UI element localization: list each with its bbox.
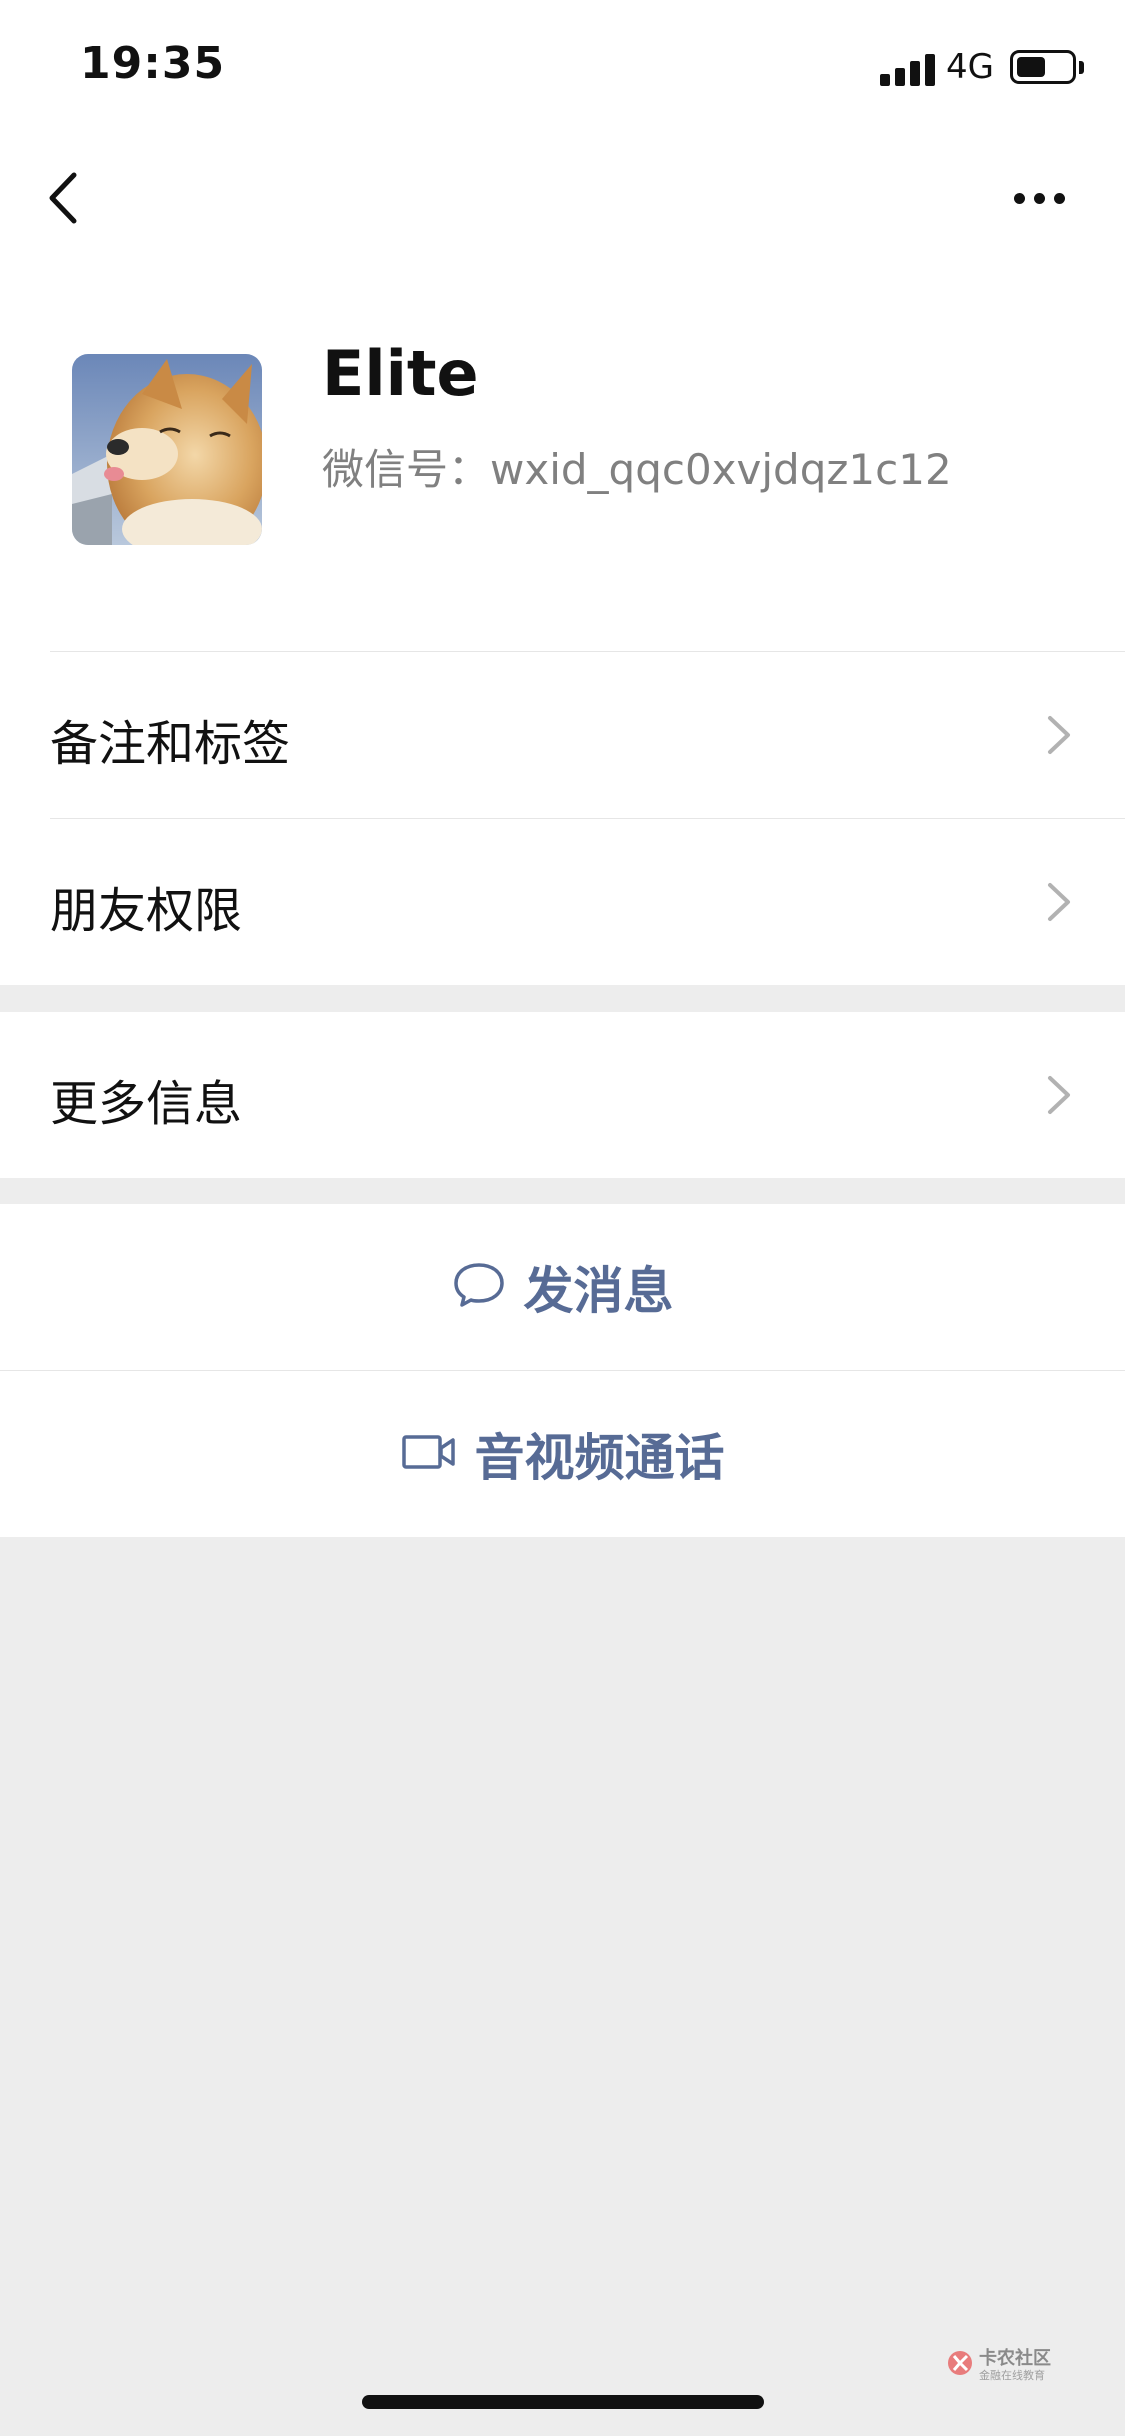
menu-item-label: 备注和标签 [50, 716, 291, 772]
more-dots-icon[interactable] [1010, 184, 1070, 214]
battery-icon [1010, 50, 1076, 84]
menu-item-label: 更多信息 [50, 1076, 243, 1132]
send-message-label: 发消息 [523, 1262, 674, 1320]
chevron-right-icon [1044, 1072, 1074, 1118]
watermark: 卡农社区 金融在线教育 [945, 2344, 1065, 2384]
wechat-id: 微信号：wxid_qqc0xvjdqz1c12 [322, 445, 952, 494]
watermark-subtitle: 金融在线教育 [979, 2369, 1045, 2382]
menu-item-label: 朋友权限 [50, 883, 243, 939]
watermark-logo-icon [948, 2351, 972, 2375]
menu-item-remarks-tags[interactable]: 备注和标签 [0, 652, 1125, 818]
contact-profile-screen: 19:35 4G Elite 微信号：wxid_qqc0xvjdqz1c12 备… [0, 0, 1125, 2436]
network-type: 4G [946, 47, 994, 87]
chevron-right-icon [1044, 712, 1074, 758]
home-indicator[interactable] [362, 2395, 764, 2409]
menu-item-friend-permissions[interactable]: 朋友权限 [0, 819, 1125, 985]
chevron-left-icon[interactable] [40, 165, 90, 231]
menu-item-more-info[interactable]: 更多信息 [0, 1012, 1125, 1178]
video-camera-icon [401, 1432, 457, 1476]
chat-bubble-icon [452, 1260, 506, 1314]
chevron-right-icon [1044, 879, 1074, 925]
avatar[interactable] [72, 354, 262, 545]
status-time: 19:35 [80, 38, 226, 89]
voice-video-call-button[interactable]: 音视频通话 [0, 1371, 1125, 1537]
voice-video-call-label: 音视频通话 [474, 1429, 725, 1487]
signal-strength-icon [880, 52, 936, 86]
battery-tip [1079, 61, 1084, 74]
send-message-button[interactable]: 发消息 [0, 1204, 1125, 1370]
profile-name: Elite [322, 337, 479, 410]
